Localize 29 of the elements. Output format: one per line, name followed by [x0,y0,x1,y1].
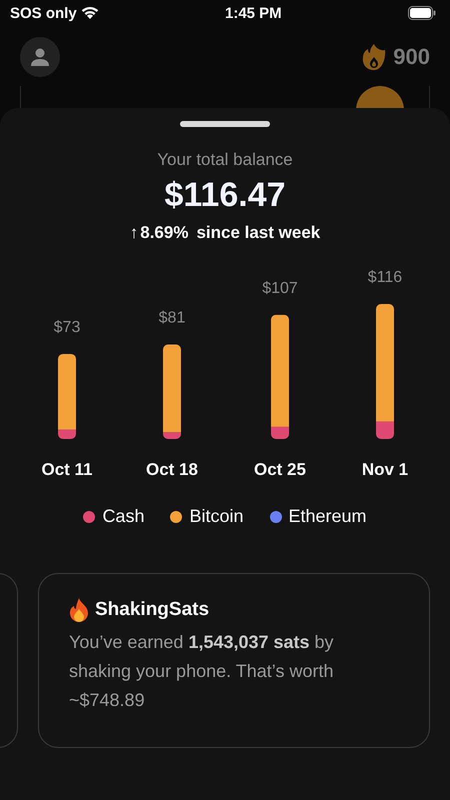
card-description: You’ve earned 1,543,037 sats by shaking your phone. That’s worth ~$748.89 [69,631,335,712]
axis-label: Nov 1 [362,460,408,479]
legend-label: Cash [102,506,144,527]
value-label: $81 [158,310,186,326]
axis-label: Oct 25 [254,460,306,479]
change-percent: 8.69% [140,223,188,243]
streak-count: 900 [393,44,430,70]
carrier-text: SOS only [10,4,77,22]
person-icon [30,47,50,67]
legend-label: Bitcoin [189,506,244,527]
card-title: ShakingSats [95,599,210,621]
change-caption: since last week [196,223,320,243]
axis-label: Oct 11 [41,460,93,479]
balance-amount: $116.47 [164,176,286,215]
value-label: $73 [54,318,80,336]
flame-icon [361,43,388,71]
drag-handle[interactable] [180,121,270,127]
profile-button[interactable] [20,37,60,77]
balance-title: Your total balance [157,150,293,170]
axis-label: Oct 18 [146,460,198,479]
battery-icon [408,6,436,20]
value-label: $116 [368,269,402,286]
clock-text: 1:45 PM [224,4,282,22]
wifi-icon [80,6,99,20]
fire-icon [69,598,89,622]
legend-label: Ethereum [288,506,367,527]
info-card[interactable]: ShakingSats You’ve earned 1,543,037 sats by shaking your phone. That’s worth ~$748.89 [38,573,430,748]
arrow-text: ↑ [130,223,138,243]
value-label: $107 [262,280,298,297]
